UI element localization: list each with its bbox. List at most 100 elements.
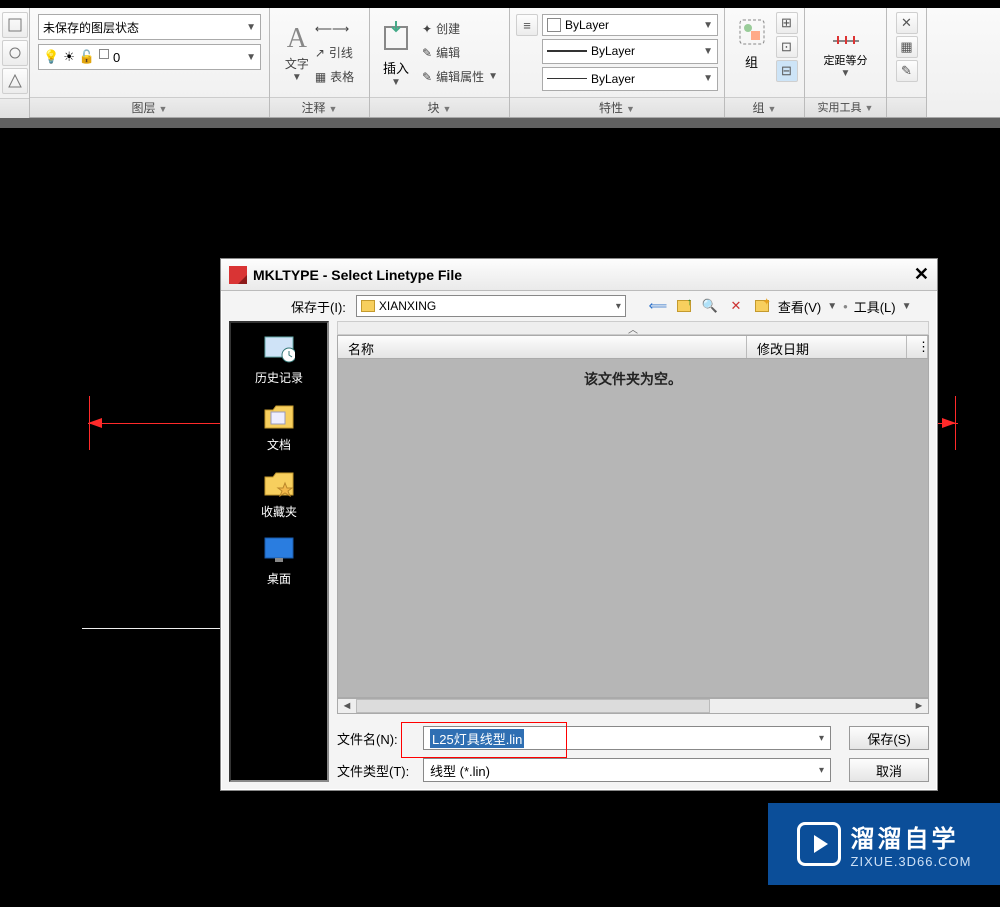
util-icon[interactable]: ✕ xyxy=(896,12,918,34)
menu-bar xyxy=(0,0,1000,8)
panel-annotation: A 文字 ▼ ⟵⟶ ↗引线 ▦表格 注释▼ xyxy=(270,8,370,117)
ribbon: 未保存的图层状态 ▼ 💡 ☀ 🔓 0 ▼ 图层▼ A 文字 xyxy=(0,8,1000,118)
watermark-title: 溜溜自学 xyxy=(851,819,972,854)
divide-tool[interactable]: 定距等分 ▼ xyxy=(824,12,868,79)
folder-icon xyxy=(361,300,375,312)
savein-label: 保存于(I): xyxy=(291,297,346,316)
chevron-down-icon: ▾ xyxy=(819,765,824,776)
tools-menu[interactable]: 工具(L) xyxy=(854,297,896,316)
watermark: 溜溜自学 ZIXUE.3D66.COM xyxy=(768,803,1000,885)
delete-icon[interactable]: ✕ xyxy=(726,296,746,316)
save-button[interactable]: 保存(S) xyxy=(849,726,929,750)
folder-combo[interactable]: XIANXING ▾ xyxy=(356,295,626,317)
dimension-tool[interactable]: ⟵⟶ xyxy=(315,18,354,40)
layer-state-text: 未保存的图层状态 xyxy=(43,19,139,36)
panel-title: 特性▼ xyxy=(510,97,724,117)
scroll-thumb[interactable] xyxy=(356,699,710,713)
chevron-down-icon: ▾ xyxy=(819,733,824,744)
leader-tool[interactable]: ↗引线 xyxy=(315,42,354,64)
insert-icon xyxy=(376,18,416,58)
empty-message: 该文件夹为空。 xyxy=(584,369,682,389)
edit-block[interactable]: ✎编辑 xyxy=(422,42,498,64)
new-folder-icon[interactable]: ✦ xyxy=(752,296,772,316)
tool-icon[interactable] xyxy=(2,40,28,66)
places-sidebar: 历史记录 文档 收藏夹 桌面 xyxy=(229,321,329,782)
leader-icon: ↗ xyxy=(315,46,325,60)
dim-icon: ⟵⟶ xyxy=(315,22,349,36)
column-date[interactable]: 修改日期 xyxy=(747,336,907,358)
view-menu[interactable]: 查看(V) xyxy=(778,297,821,316)
object-edge xyxy=(82,628,222,629)
chevron-down-icon[interactable]: ▼ xyxy=(902,301,912,312)
group-edit-icon[interactable]: ⊡ xyxy=(776,36,798,58)
panel-title: 实用工具▼ xyxy=(805,97,886,117)
arrow-left xyxy=(88,418,102,428)
text-tool[interactable]: A 文字 ▼ xyxy=(285,23,309,83)
util-icon[interactable]: ▦ xyxy=(896,36,918,58)
favorites-place[interactable]: 收藏夹 xyxy=(261,467,297,520)
panel-group: 组 ⊞ ⊡ ⊟ 组▼ xyxy=(725,8,805,117)
create-block[interactable]: ✦创建 xyxy=(422,18,498,40)
panel-title: 图层▼ xyxy=(30,97,269,117)
table-tool[interactable]: ▦表格 xyxy=(315,66,354,88)
folder-name: XIANXING xyxy=(379,299,436,313)
filetype-combo[interactable]: 线型 (*.lin) ▾ xyxy=(423,758,831,782)
file-list-pane: ︿ 名称 修改日期 ⋮ 该文件夹为空。 ◄ ► 文件名(N): L xyxy=(337,321,929,782)
cancel-button[interactable]: 取消 xyxy=(849,758,929,782)
tool-icon[interactable] xyxy=(2,12,28,38)
filetype-label: 文件类型(T): xyxy=(337,761,417,780)
chevron-down-icon: ▼ xyxy=(841,68,851,79)
layer-state-combo[interactable]: 未保存的图层状态 ▼ xyxy=(38,14,261,40)
horizontal-scrollbar[interactable]: ◄ ► xyxy=(337,698,929,714)
table-icon: ▦ xyxy=(315,70,326,84)
up-folder-icon[interactable]: ↑ xyxy=(674,296,694,316)
history-place[interactable]: 历史记录 xyxy=(255,333,303,386)
list-header[interactable]: 名称 修改日期 ⋮ xyxy=(337,335,929,359)
insert-block[interactable]: 插入 ▼ xyxy=(376,18,416,88)
panel-left-tools xyxy=(0,8,30,117)
dialog-toolbar: 保存于(I): XIANXING ▾ ⟸ ↑ 🔍 ✕ ✦ 查看(V) ▼ • 工… xyxy=(221,291,937,321)
search-icon[interactable]: 🔍 xyxy=(700,296,720,316)
scroll-right-icon[interactable]: ► xyxy=(910,700,928,712)
panel-block: 插入 ▼ ✦创建 ✎编辑 ✎编辑属性▼ 块▼ xyxy=(370,8,510,117)
chevron-down-icon[interactable]: ▼ xyxy=(827,301,837,312)
star-folder-icon xyxy=(261,467,297,499)
lineweight-combo[interactable]: ByLayer▼ xyxy=(542,39,718,64)
dialog-title-text: MKLTYPE - Select Linetype File xyxy=(253,267,462,283)
layer-name: 0 xyxy=(113,50,120,65)
grey-bar xyxy=(0,118,1000,128)
column-name[interactable]: 名称 xyxy=(338,336,747,358)
chevron-down-icon: ▼ xyxy=(246,52,256,63)
dialog-titlebar[interactable]: MKLTYPE - Select Linetype File ✕ xyxy=(221,259,937,291)
file-dialog: MKLTYPE - Select Linetype File ✕ 保存于(I):… xyxy=(220,258,938,791)
linetype-combo[interactable]: ByLayer▼ xyxy=(542,67,718,92)
chevron-down-icon: ▼ xyxy=(292,72,302,83)
documents-place[interactable]: 文档 xyxy=(261,400,297,453)
panel-properties: ≡ ByLayer▼ ByLayer▼ ByLayer▼ 特性▼ xyxy=(510,8,725,117)
desktop-place[interactable]: 桌面 xyxy=(261,534,297,587)
chevron-down-icon: ▼ xyxy=(246,22,256,33)
divide-icon xyxy=(826,12,866,52)
watermark-url: ZIXUE.3D66.COM xyxy=(851,854,972,869)
file-list[interactable]: 该文件夹为空。 xyxy=(337,359,929,698)
ungroup-icon[interactable]: ⊞ xyxy=(776,12,798,34)
scroll-left-icon[interactable]: ◄ xyxy=(338,700,356,712)
group-icon xyxy=(732,12,772,52)
edit-attr[interactable]: ✎编辑属性▼ xyxy=(422,66,498,88)
color-combo[interactable]: ByLayer▼ xyxy=(542,14,718,36)
match-props-icon[interactable]: ≡ xyxy=(516,14,538,36)
group-select-icon[interactable]: ⊟ xyxy=(776,60,798,82)
group-tool[interactable]: 组 xyxy=(732,12,772,82)
column-extra[interactable]: ⋮ xyxy=(907,336,928,358)
close-icon[interactable]: ✕ xyxy=(914,264,929,285)
tool-icon[interactable] xyxy=(2,68,28,94)
attr-icon: ✎ xyxy=(422,70,432,84)
back-icon[interactable]: ⟸ xyxy=(648,296,668,316)
util-icon[interactable]: ✎ xyxy=(896,60,918,82)
panel-title: 块▼ xyxy=(370,97,509,117)
panel-utility: ✕ ▦ ✎ xyxy=(887,8,927,117)
folder-icon xyxy=(261,400,297,432)
line-sample xyxy=(547,50,587,52)
collapse-toggle[interactable]: ︿ xyxy=(337,321,929,335)
layer-combo[interactable]: 💡 ☀ 🔓 0 ▼ xyxy=(38,44,261,70)
